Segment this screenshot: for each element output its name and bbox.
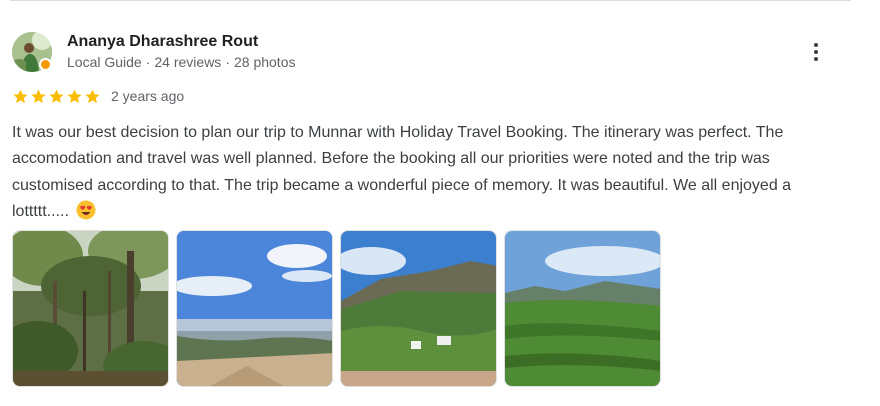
review-photo-valley[interactable]	[176, 230, 333, 387]
review-time: 2 years ago	[111, 88, 185, 104]
local-guide-badge-icon	[39, 58, 52, 71]
more-vert-icon	[814, 43, 818, 47]
author-photo-count: 28 photos	[233, 54, 296, 70]
more-vert-icon-dot	[814, 57, 818, 61]
heart-eyes-emoji-icon	[76, 200, 96, 220]
review-photos	[12, 230, 661, 387]
top-divider	[10, 0, 851, 1]
review-text: It was our best decision to plan our tri…	[12, 120, 842, 225]
star-icon	[30, 88, 47, 105]
rating-row: 2 years ago	[12, 86, 184, 106]
author-name[interactable]: Ananya Dharashree Rout	[67, 33, 258, 51]
review-photo-forest[interactable]	[12, 230, 169, 387]
meta-separator: ·	[145, 54, 151, 70]
star-icon	[48, 88, 65, 105]
review-photo-hills[interactable]	[340, 230, 497, 387]
star-icon	[84, 88, 101, 105]
author-review-count: 24 reviews	[154, 54, 222, 70]
star-icon	[12, 88, 29, 105]
review-body: It was our best decision to plan our tri…	[12, 124, 792, 220]
star-icon	[66, 88, 83, 105]
review-photo-tea-plantation[interactable]	[504, 230, 661, 387]
star-rating	[12, 88, 101, 105]
author-meta: Local Guide · 24 reviews · 28 photos	[67, 54, 295, 70]
more-vert-icon-dot	[814, 50, 818, 54]
more-options-button[interactable]	[804, 38, 828, 66]
meta-separator: ·	[225, 54, 230, 70]
author-role: Local Guide	[67, 54, 142, 70]
